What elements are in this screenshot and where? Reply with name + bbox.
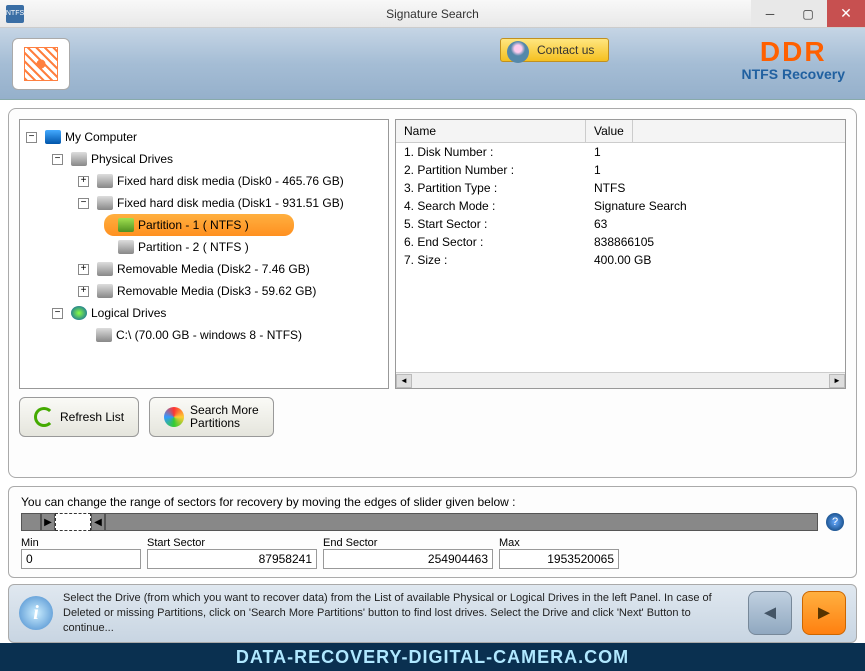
brand-name: DDR [742,36,845,68]
drive-icon [71,152,87,166]
tree-node-disk0[interactable]: + Fixed hard disk media (Disk0 - 465.76 … [20,170,388,192]
sector-instruction: You can change the range of sectors for … [21,495,844,509]
details-panel: Name Value 1. Disk Number :1 2. Partitio… [395,119,846,389]
footer-help-text: Select the Drive (from which you want to… [63,591,738,636]
sector-slider[interactable]: ▶ ◀ ? [21,513,844,531]
help-icon[interactable]: ? [826,513,844,531]
tree-node-computer[interactable]: − My Computer [20,126,388,148]
tree-node-cdrive[interactable]: C:\ (70.00 GB - windows 8 - NTFS) [20,324,388,346]
watermark: DATA-RECOVERY-DIGITAL-CAMERA.COM [0,643,865,671]
tree-label: Partition - 2 ( NTFS ) [138,240,249,254]
window-controls: ─ ▢ ✕ [751,0,865,27]
info-icon: i [19,596,53,630]
search-more-partitions-button[interactable]: Search More Partitions [149,397,274,437]
collapse-icon[interactable]: − [26,132,37,143]
expand-icon[interactable]: + [78,286,89,297]
slider-handle-left[interactable]: ▶ [41,513,55,531]
horizontal-scrollbar[interactable]: ◄ ► [396,372,845,388]
tree-label: My Computer [65,130,137,144]
drive-icon [97,262,113,276]
details-row: 1. Disk Number :1 [396,143,845,161]
titlebar: NTFS Signature Search ─ ▢ ✕ [0,0,865,28]
details-row: 2. Partition Number :1 [396,161,845,179]
details-body: 1. Disk Number :1 2. Partition Number :1… [396,143,845,372]
computer-icon [45,130,61,144]
scroll-left-icon[interactable]: ◄ [396,374,412,388]
tree-label: Fixed hard disk media (Disk1 - 931.51 GB… [117,196,344,210]
max-field: Max [499,537,619,569]
end-sector-field: End Sector [323,537,493,569]
partition-icon [118,218,134,232]
tree-label: Removable Media (Disk2 - 7.46 GB) [117,262,310,276]
brand: DDR NTFS Recovery [742,36,845,82]
column-name[interactable]: Name [396,120,586,142]
collapse-icon[interactable]: − [78,198,89,209]
refresh-list-button[interactable]: Refresh List [19,397,139,437]
sector-range-panel: You can change the range of sectors for … [8,486,857,578]
details-row: 4. Search Mode :Signature Search [396,197,845,215]
app-icon: NTFS [6,5,24,23]
contact-us-button[interactable]: Contact us [500,38,609,62]
drive-icon [97,284,113,298]
main-panel: − My Computer − Physical Drives + Fixed … [8,108,857,478]
collapse-icon[interactable]: − [52,308,63,319]
start-sector-input[interactable] [147,549,317,569]
min-field: Min [21,537,141,569]
end-sector-input[interactable] [323,549,493,569]
details-row: 5. Start Sector :63 [396,215,845,233]
drive-icon [97,196,113,210]
refresh-icon [34,407,54,427]
start-sector-field: Start Sector [147,537,317,569]
tree-node-disk2[interactable]: + Removable Media (Disk2 - 7.46 GB) [20,258,388,280]
column-value[interactable]: Value [586,120,633,142]
product-name: NTFS Recovery [742,66,845,82]
window-title: Signature Search [386,7,479,21]
expand-icon[interactable]: + [78,176,89,187]
tree-label: Fixed hard disk media (Disk0 - 465.76 GB… [117,174,344,188]
details-row: 7. Size :400.00 GB [396,251,845,269]
details-header: Name Value [396,120,845,143]
tree-node-partition2[interactable]: Partition - 2 ( NTFS ) [20,236,388,258]
partition-icon [118,240,134,254]
details-row: 3. Partition Type :NTFS [396,179,845,197]
tree-node-disk3[interactable]: + Removable Media (Disk3 - 59.62 GB) [20,280,388,302]
tree-label: Partition - 1 ( NTFS ) [138,218,249,232]
tree-node-physical[interactable]: − Physical Drives [20,148,388,170]
footer: i Select the Drive (from which you want … [8,584,857,643]
collapse-icon[interactable]: − [52,154,63,165]
slider-handle-right[interactable]: ◀ [91,513,105,531]
minimize-button[interactable]: ─ [751,0,789,27]
tree-node-logical[interactable]: − Logical Drives [20,302,388,324]
details-row: 6. End Sector :838866105 [396,233,845,251]
pie-icon [164,407,184,427]
max-input[interactable] [499,549,619,569]
back-button[interactable]: ◄ [748,591,792,635]
logo [12,38,70,90]
maximize-button[interactable]: ▢ [789,0,827,27]
next-button[interactable]: ► [802,591,846,635]
tree-label: C:\ (70.00 GB - windows 8 - NTFS) [116,328,302,342]
tree-label: Physical Drives [91,152,173,166]
tree-label: Logical Drives [91,306,166,320]
slider-thumb[interactable] [55,513,91,531]
drive-icon [97,174,113,188]
close-button[interactable]: ✕ [827,0,865,27]
tree-node-partition1[interactable]: Partition - 1 ( NTFS ) [104,214,294,236]
logical-icon [71,306,87,320]
scroll-right-icon[interactable]: ► [829,374,845,388]
expand-icon[interactable]: + [78,264,89,275]
tree-label: Removable Media (Disk3 - 59.62 GB) [117,284,316,298]
min-input[interactable] [21,549,141,569]
header: Contact us DDR NTFS Recovery [0,28,865,100]
tree-node-disk1[interactable]: − Fixed hard disk media (Disk1 - 931.51 … [20,192,388,214]
drive-tree[interactable]: − My Computer − Physical Drives + Fixed … [19,119,389,389]
drive-icon [96,328,112,342]
